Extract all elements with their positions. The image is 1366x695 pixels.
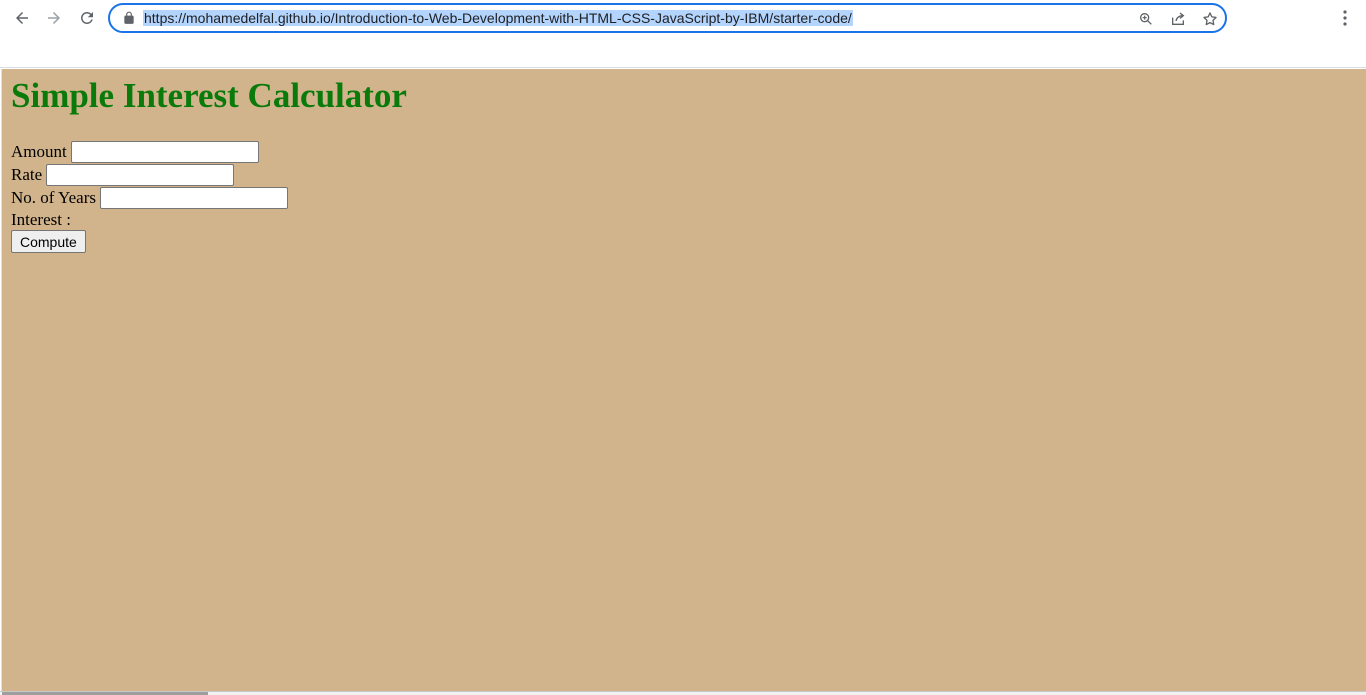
browser-toolbar: https://mohamedelfal.github.io/Introduct… (0, 0, 1366, 68)
horizontal-scrollbar[interactable] (0, 691, 1366, 695)
interest-row: Interest : (11, 208, 71, 231)
rate-row: Rate (11, 163, 235, 186)
years-row: No. of Years (11, 186, 288, 209)
page-title: Simple Interest Calculator (11, 76, 407, 115)
years-input[interactable] (100, 186, 288, 209)
url-text[interactable]: https://mohamedelfal.github.io/Introduct… (143, 10, 853, 26)
star-icon (1203, 12, 1217, 26)
forward-button[interactable] (41, 5, 67, 31)
amount-input[interactable] (70, 140, 259, 163)
page-viewport: Simple Interest Calculator Amount Rate N… (1, 69, 1366, 691)
back-arrow-icon (16, 12, 28, 24)
browser-menu-button[interactable] (1336, 6, 1354, 30)
rate-input[interactable] (46, 163, 235, 186)
amount-row: Amount (11, 140, 259, 163)
interest-label: Interest : (11, 209, 71, 229)
reload-icon (80, 11, 93, 24)
reload-button[interactable] (74, 5, 100, 31)
amount-label: Amount (11, 141, 67, 161)
share-button[interactable] (1169, 10, 1187, 28)
bookmark-button[interactable] (1201, 10, 1219, 28)
address-bar[interactable]: https://mohamedelfal.github.io/Introduct… (108, 3, 1227, 33)
compute-button[interactable]: Compute (11, 230, 86, 253)
zoom-button[interactable] (1137, 10, 1155, 28)
rate-label: Rate (11, 164, 43, 184)
share-icon (1172, 12, 1185, 25)
back-button[interactable] (9, 5, 35, 31)
years-label: No. of Years (11, 187, 96, 207)
kebab-menu-icon (1343, 10, 1347, 26)
zoom-icon (1140, 12, 1152, 25)
forward-arrow-icon (48, 12, 60, 24)
lock-icon[interactable] (122, 11, 136, 25)
